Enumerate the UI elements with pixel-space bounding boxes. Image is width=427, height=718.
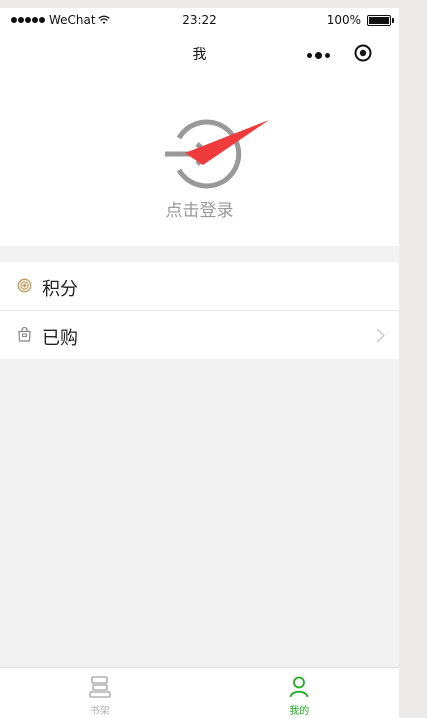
menu-item-label: 积分 — [42, 279, 78, 300]
phone-screen: WeChat 23:22 100% 我 点击登录 积分 已购 书架 我的 — [0, 8, 399, 718]
battery-icon — [367, 14, 394, 26]
menu-item-points[interactable]: 积分 — [0, 262, 399, 311]
points-coin-icon — [17, 278, 32, 293]
close-miniprogram-icon[interactable] — [354, 44, 372, 62]
tab-label: 书架 — [89, 706, 110, 717]
menu-item-purchased[interactable]: 已购 — [0, 311, 399, 359]
tab-mine[interactable]: 我的 — [200, 668, 400, 718]
menu-item-label: 已购 — [42, 328, 78, 349]
more-menu-icon[interactable] — [307, 52, 330, 59]
menu-list: 积分 已购 — [0, 262, 399, 359]
tab-bookshelf[interactable]: 书架 — [0, 668, 200, 718]
login-label[interactable]: 点击登录 — [0, 196, 399, 221]
login-section[interactable]: 点击登录 — [0, 76, 399, 246]
chevron-right-icon — [376, 328, 385, 343]
navigation-bar: 我 — [0, 32, 399, 76]
bookshelf-icon — [88, 676, 111, 698]
login-icon[interactable] — [163, 114, 273, 194]
status-right: 100% — [326, 13, 394, 27]
battery-percent: 100% — [326, 13, 361, 27]
tab-bar: 书架 我的 — [0, 667, 399, 718]
status-bar: WeChat 23:22 100% — [0, 8, 399, 32]
purchase-bag-icon — [18, 327, 31, 342]
page-title: 我 — [192, 47, 207, 63]
tab-label: 我的 — [289, 706, 310, 717]
person-icon — [289, 676, 309, 698]
